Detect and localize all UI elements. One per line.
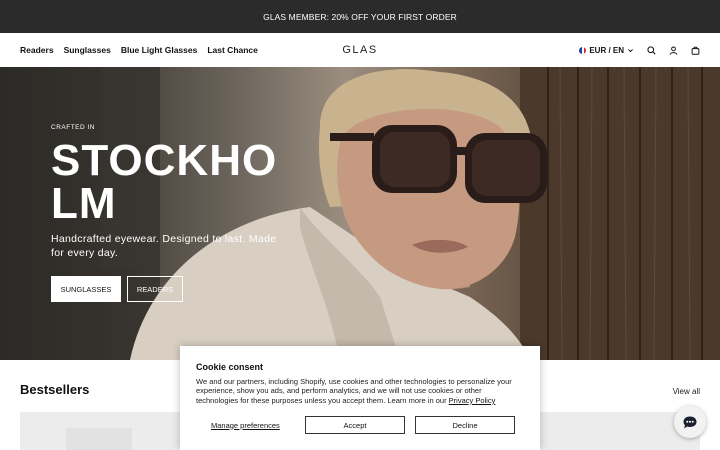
nav-link-last-chance[interactable]: Last Chance (207, 45, 258, 55)
announcement-text: GLAS MEMBER: 20% OFF YOUR FIRST ORDER (263, 11, 457, 22)
nav-utilities: EUR / EN (579, 33, 700, 67)
cookie-title: Cookie consent (196, 362, 264, 372)
nav-link-blue-light-glasses[interactable]: Blue Light Glasses (121, 45, 198, 55)
manage-preferences-link[interactable]: Manage preferences (211, 416, 280, 434)
product-image (66, 428, 132, 450)
chat-icon (683, 416, 697, 428)
currency-selector[interactable]: EUR / EN (579, 46, 634, 55)
search-icon[interactable] (647, 45, 656, 55)
cookie-consent-banner: Cookie consent We and our partners, incl… (180, 346, 540, 450)
decline-button[interactable]: Decline (415, 416, 515, 434)
readers-button[interactable]: READERS (127, 276, 183, 302)
hero-text: CRAFTED IN STOCKHOLM Handcrafted eyewear… (51, 124, 291, 260)
nav-link-sunglasses[interactable]: Sunglasses (64, 45, 111, 55)
announcement-bar: GLAS MEMBER: 20% OFF YOUR FIRST ORDER (0, 0, 720, 33)
privacy-policy-link[interactable]: Privacy Policy (449, 396, 496, 405)
nav-links: Readers Sunglasses Blue Light Glasses La… (20, 33, 258, 67)
hero-eyebrow: CRAFTED IN (51, 124, 95, 131)
accept-button[interactable]: Accept (305, 416, 405, 434)
nav-link-readers[interactable]: Readers (20, 45, 54, 55)
account-icon[interactable] (669, 45, 678, 55)
hero-buttons: SUNGLASSES READERS (51, 276, 183, 302)
chat-button[interactable] (674, 406, 706, 438)
cookie-body: We and our partners, including Shopify, … (196, 377, 524, 405)
sunglasses-button[interactable]: SUNGLASSES (51, 276, 121, 302)
view-all-link[interactable]: View all (673, 387, 700, 396)
hero-banner: CRAFTED IN STOCKHOLM Handcrafted eyewear… (0, 67, 720, 360)
flag-icon (579, 46, 587, 54)
cookie-actions: Manage preferences Accept Decline (196, 416, 524, 434)
cart-icon[interactable] (691, 46, 700, 55)
hero-headline: STOCKHOLM (51, 136, 278, 228)
currency-label: EUR / EN (589, 45, 624, 55)
site-logo[interactable]: GLAS (342, 33, 377, 67)
chevron-down-icon (628, 48, 633, 52)
section-title: Bestsellers (20, 382, 90, 397)
main-nav: Readers Sunglasses Blue Light Glasses La… (0, 33, 720, 67)
hero-subtitle: Handcrafted eyewear. Designed to last. M… (51, 233, 277, 259)
